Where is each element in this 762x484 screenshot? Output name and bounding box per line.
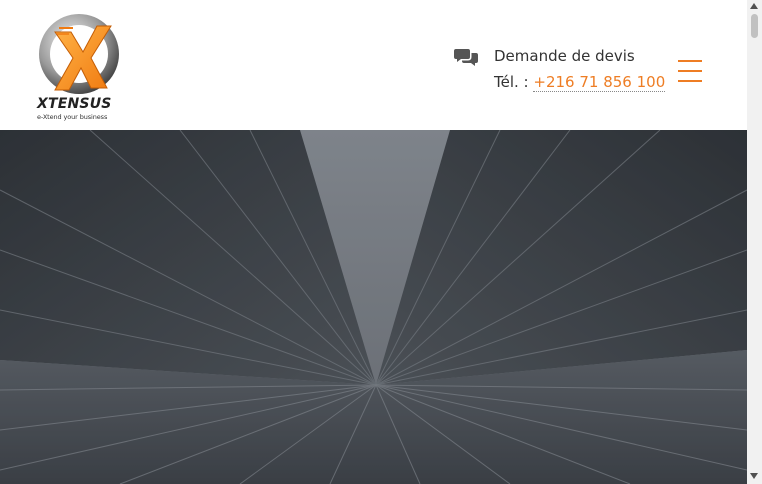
chat-bubbles-icon: [454, 47, 478, 67]
page: XTENSUS e-Xtend your business Demande de…: [0, 0, 747, 484]
brand-name: XTENSUS: [37, 96, 112, 112]
menu-line: [678, 70, 702, 72]
quote-request-link[interactable]: Demande de devis: [494, 47, 635, 65]
scrollbar-thumb[interactable]: [751, 14, 758, 38]
page-scrollbar[interactable]: [747, 0, 762, 484]
hero-image: [0, 130, 747, 484]
phone-number-link[interactable]: +216 71 856 100: [533, 73, 666, 92]
site-header: XTENSUS e-Xtend your business Demande de…: [0, 0, 747, 130]
logo-mark-icon: [39, 14, 119, 94]
hamburger-menu-icon[interactable]: [676, 58, 704, 84]
menu-line: [678, 80, 702, 82]
phone-line: Tél. : +216 71 856 100: [494, 73, 666, 92]
header-contact: Demande de devis Tél. : +216 71 856 100: [454, 44, 674, 104]
phone-label: Tél. :: [494, 73, 529, 91]
menu-line: [678, 60, 702, 62]
brand-tagline: e-Xtend your business: [37, 113, 108, 121]
scroll-down-arrow-icon[interactable]: [750, 473, 758, 479]
brand-logo[interactable]: XTENSUS e-Xtend your business: [33, 12, 133, 124]
hero-banner: [0, 130, 747, 484]
scroll-up-arrow-icon[interactable]: [750, 3, 758, 9]
